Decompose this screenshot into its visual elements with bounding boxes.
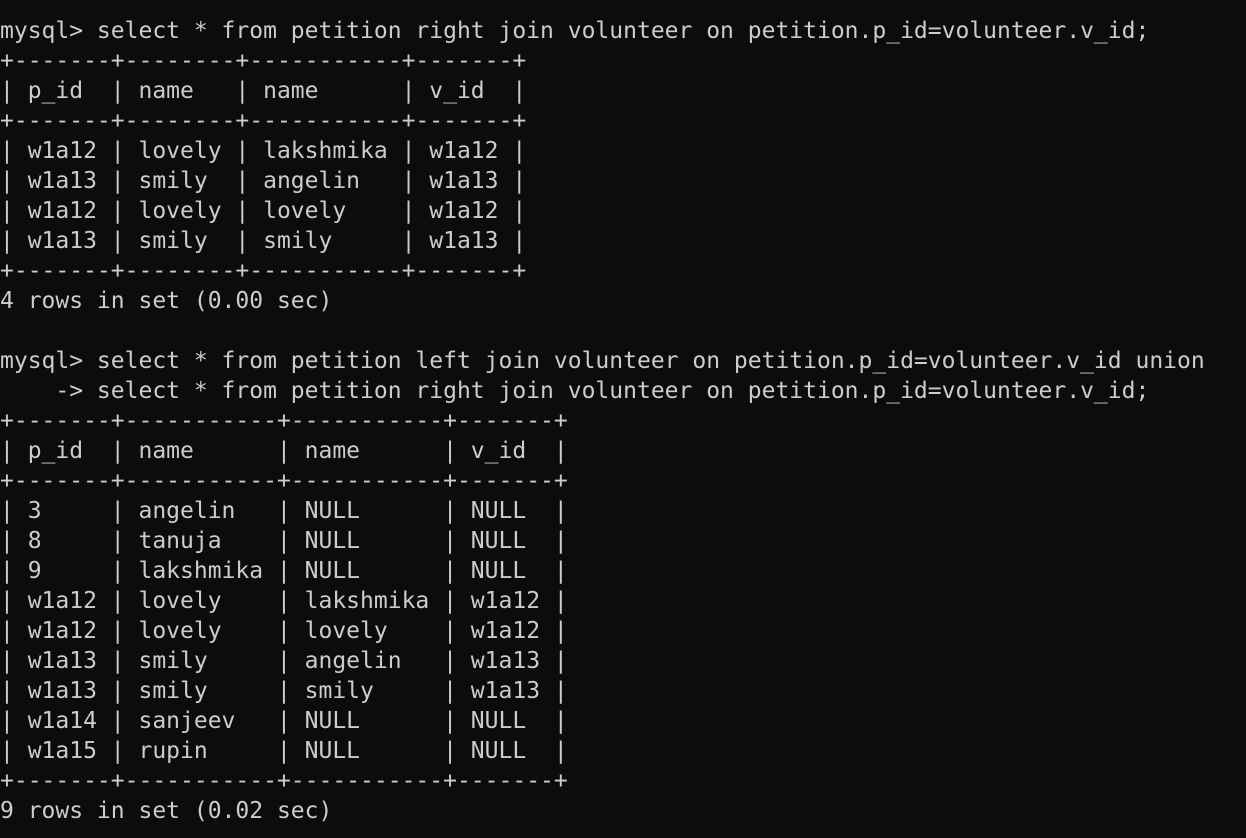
- table-row: | 9 | lakshmika | NULL | NULL |: [0, 558, 568, 584]
- query-continuation-line: -> select * from petition right join vol…: [0, 378, 1150, 404]
- table-row: | w1a13 | smily | angelin | w1a13 |: [0, 168, 527, 194]
- table-border: +-------+--------+-----------+-------+: [0, 48, 527, 74]
- table-border: +-------+--------+-----------+-------+: [0, 108, 527, 134]
- table-row: | w1a13 | smily | smily | w1a13 |: [0, 678, 568, 704]
- table-row: | w1a15 | rupin | NULL | NULL |: [0, 738, 568, 764]
- table-header-row: | p_id | name | name | v_id |: [0, 78, 527, 104]
- table-header-row: | p_id | name | name | v_id |: [0, 438, 568, 464]
- table-row: | w1a13 | smily | angelin | w1a13 |: [0, 648, 568, 674]
- table-row: | w1a12 | lovely | lovely | w1a12 |: [0, 198, 527, 224]
- table-border: +-------+-----------+-----------+-------…: [0, 768, 568, 794]
- table-row: | 3 | angelin | NULL | NULL |: [0, 498, 568, 524]
- table-row: | 8 | tanuja | NULL | NULL |: [0, 528, 568, 554]
- table-row: | w1a12 | lovely | lakshmika | w1a12 |: [0, 588, 568, 614]
- table-row: | w1a13 | smily | smily | w1a13 |: [0, 228, 527, 254]
- table-row: | w1a14 | sanjeev | NULL | NULL |: [0, 708, 568, 734]
- result-summary: 4 rows in set (0.00 sec): [0, 288, 333, 314]
- result-summary: 9 rows in set (0.02 sec): [0, 798, 333, 824]
- query-prompt-line: mysql> select * from petition right join…: [0, 18, 1150, 44]
- terminal-window[interactable]: mysql> select * from petition right join…: [0, 0, 1246, 838]
- table-border: +-------+-----------+-----------+-------…: [0, 408, 568, 434]
- table-border: +-------+--------+-----------+-------+: [0, 258, 527, 284]
- query-prompt-line: mysql> select * from petition left join …: [0, 348, 1205, 374]
- table-row: | w1a12 | lovely | lakshmika | w1a12 |: [0, 138, 527, 164]
- table-border: +-------+-----------+-----------+-------…: [0, 468, 568, 494]
- table-row: | w1a12 | lovely | lovely | w1a12 |: [0, 618, 568, 644]
